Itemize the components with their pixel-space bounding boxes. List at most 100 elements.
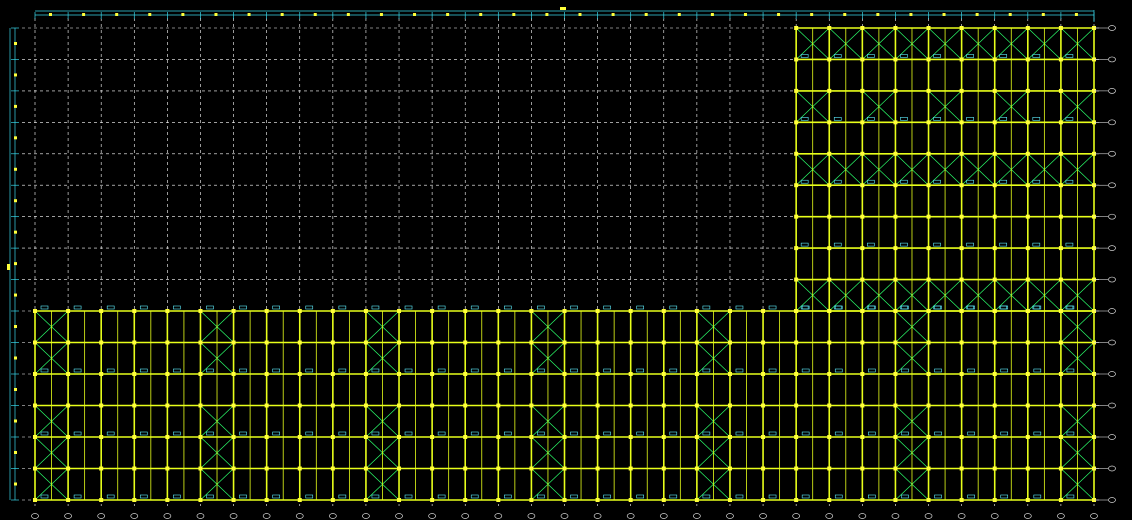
column-node — [794, 120, 799, 125]
column-node — [231, 498, 236, 502]
column-node — [264, 372, 269, 376]
column-node — [694, 435, 699, 439]
column-node — [66, 498, 71, 502]
column-node — [430, 403, 435, 408]
column-node — [132, 403, 137, 408]
column-node — [727, 309, 732, 313]
dimension-mark — [14, 136, 17, 140]
column-node — [661, 403, 666, 408]
column-node — [165, 498, 170, 502]
column-node — [562, 435, 567, 439]
column-node — [264, 309, 269, 313]
column-node — [1025, 466, 1030, 471]
column-node — [827, 435, 832, 439]
column-node — [264, 435, 269, 439]
dimension-mark — [909, 13, 913, 16]
column-node — [761, 372, 766, 376]
column-node — [893, 26, 898, 30]
column-node — [363, 372, 368, 376]
column-node — [463, 498, 468, 502]
column-node — [926, 372, 931, 376]
column-node — [562, 372, 567, 376]
column-node — [628, 340, 633, 345]
column-node — [1025, 214, 1030, 219]
column-node — [595, 403, 600, 408]
dimension-mark — [14, 451, 17, 454]
column-node — [926, 309, 931, 313]
column-node — [926, 183, 931, 188]
dimension-mark — [14, 482, 17, 486]
column-node — [33, 372, 37, 376]
column-node — [992, 498, 997, 502]
column-node — [198, 372, 203, 376]
column-node — [595, 372, 600, 376]
column-node — [1058, 466, 1063, 471]
column-node — [794, 498, 799, 502]
column-node — [694, 498, 699, 502]
column-node — [198, 435, 203, 439]
column-node — [1025, 277, 1030, 282]
column-node — [926, 403, 931, 408]
column-node — [1025, 309, 1030, 313]
column-node — [926, 435, 931, 439]
dimension-mark — [611, 13, 615, 16]
column-node — [860, 498, 865, 502]
column-node — [992, 340, 997, 345]
dimension-mark — [379, 13, 383, 16]
column-node — [959, 403, 964, 408]
dimension-mark — [115, 13, 119, 16]
dimension-mark — [346, 13, 350, 16]
column-node — [860, 403, 865, 408]
column-node — [496, 435, 501, 439]
column-node — [1025, 88, 1030, 93]
column-node — [430, 309, 435, 313]
dimension-mark — [148, 13, 152, 16]
column-node — [430, 340, 435, 345]
column-node — [893, 88, 898, 93]
column-node — [661, 372, 666, 376]
column-node — [959, 88, 964, 93]
column-node — [794, 88, 799, 93]
column-node — [827, 88, 832, 93]
column-node — [959, 151, 964, 156]
column-node — [893, 466, 898, 471]
column-node — [628, 403, 633, 408]
column-node — [397, 498, 402, 502]
column-node — [66, 340, 71, 345]
column-node — [1058, 26, 1063, 30]
column-node — [794, 26, 799, 30]
column-node — [363, 435, 368, 439]
column-node — [463, 309, 468, 313]
column-node — [66, 309, 71, 313]
column-node — [595, 498, 600, 502]
column-node — [562, 466, 567, 471]
column-node — [430, 498, 435, 502]
column-node — [529, 340, 534, 345]
dimension-mark — [14, 42, 17, 45]
column-node — [661, 466, 666, 471]
column-node — [893, 151, 898, 156]
column-node — [297, 466, 302, 471]
column-node — [1025, 120, 1030, 125]
column-node — [198, 309, 203, 313]
column-node — [562, 309, 567, 313]
column-node — [628, 372, 633, 376]
column-node — [297, 372, 302, 376]
column-node — [264, 340, 269, 345]
column-node — [66, 372, 71, 376]
column-node — [496, 498, 501, 502]
column-node — [959, 309, 964, 313]
column-node — [165, 340, 170, 345]
column-node — [959, 498, 964, 502]
column-node — [397, 340, 402, 345]
column-node — [198, 498, 203, 502]
column-node — [1025, 340, 1030, 345]
column-node — [1025, 372, 1030, 376]
column-node — [1058, 120, 1063, 125]
column-node — [860, 372, 865, 376]
column-node — [198, 340, 203, 345]
column-node — [33, 498, 37, 502]
column-node — [496, 403, 501, 408]
column-node — [628, 466, 633, 471]
column-node — [992, 183, 997, 188]
